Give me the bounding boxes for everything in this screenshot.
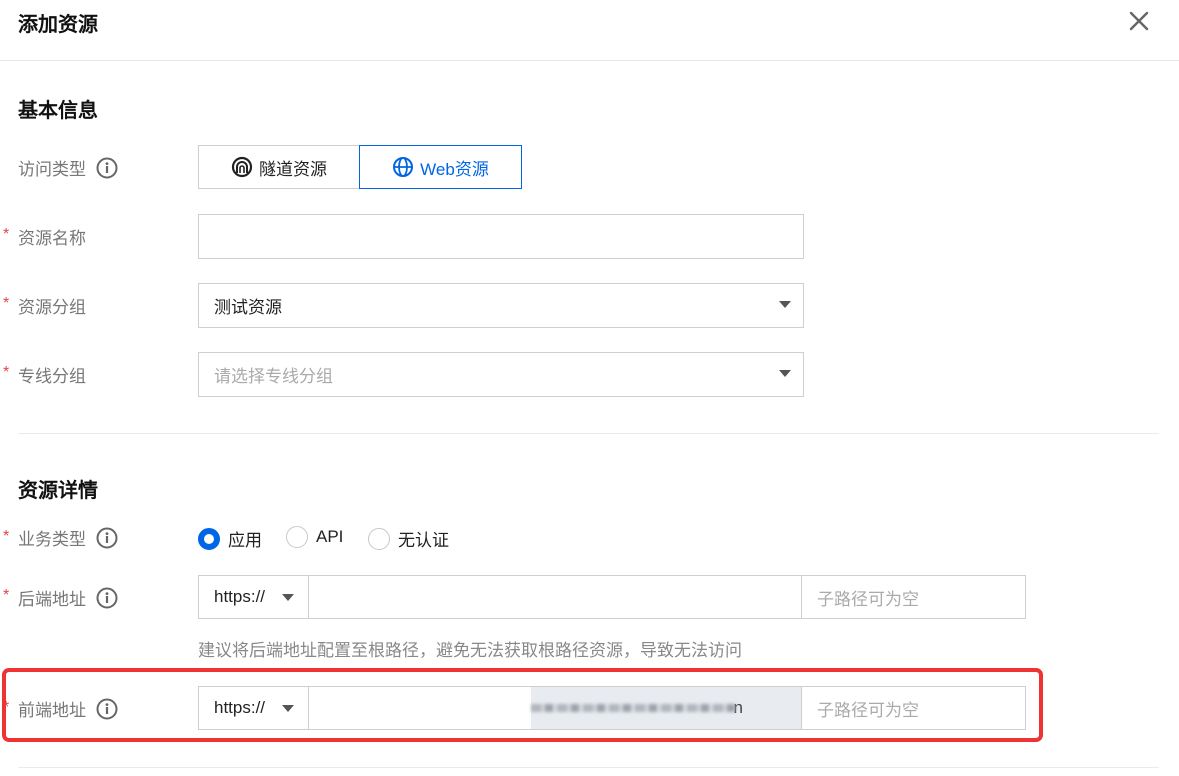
section-divider — [18, 433, 1159, 434]
business-type-label-text: 业务类型 — [18, 530, 86, 549]
resource-name-label: 资源名称 — [18, 229, 86, 248]
backend-address-label-text: 后端地址 — [18, 590, 86, 609]
close-icon[interactable] — [1124, 6, 1154, 36]
business-type-app-label: 应用 — [228, 531, 262, 550]
info-icon[interactable] — [96, 587, 118, 609]
dialog-header: 添加资源 — [0, 0, 1179, 61]
required-asterisk: * — [3, 295, 10, 312]
business-type-label: 业务类型 — [18, 525, 118, 550]
backend-protocol-select[interactable]: https:// — [198, 575, 309, 619]
access-type-label: 访问类型 — [18, 155, 118, 180]
section-title-basic: 基本信息 — [18, 100, 98, 122]
dialog-title: 添加资源 — [18, 14, 98, 36]
backend-path-input[interactable]: 子路径可为空 — [801, 575, 1026, 619]
line-group-placeholder: 请选择专线分组 — [214, 367, 333, 386]
business-type-radio-api[interactable]: API — [286, 526, 343, 548]
access-type-label-text: 访问类型 — [18, 160, 86, 179]
line-group-label: 专线分组 — [18, 367, 86, 386]
backend-protocol-value: https:// — [214, 587, 266, 606]
required-asterisk: * — [3, 587, 10, 604]
globe-icon — [393, 157, 414, 177]
section-divider — [18, 767, 1159, 768]
resource-name-input[interactable] — [198, 214, 804, 259]
backend-path-placeholder: 子路径可为空 — [817, 589, 919, 609]
required-asterisk: * — [3, 364, 10, 381]
resource-group-value: 测试资源 — [214, 298, 282, 317]
caret-down-icon — [779, 370, 791, 377]
caret-down-icon — [282, 594, 294, 601]
resource-group-label: 资源分组 — [18, 298, 86, 317]
tunnel-icon — [231, 156, 253, 178]
business-type-radio-app[interactable]: 应用 — [198, 526, 262, 551]
required-asterisk: * — [3, 528, 10, 545]
info-icon[interactable] — [96, 157, 118, 179]
info-icon[interactable] — [96, 527, 118, 549]
resource-group-select[interactable]: 测试资源 — [198, 283, 804, 328]
backend-address-group: https:// 子路径可为空 — [198, 575, 1026, 619]
section-title-details: 资源详情 — [18, 480, 98, 502]
caret-down-icon — [779, 301, 791, 308]
backend-address-label: 后端地址 — [18, 585, 118, 610]
access-type-tunnel-label: 隧道资源 — [259, 159, 327, 179]
business-type-noauth-label: 无认证 — [398, 531, 449, 550]
radio-unchecked-icon — [286, 526, 308, 548]
annotation-highlight-box — [2, 668, 1043, 742]
business-type-radio-noauth[interactable]: 无认证 — [368, 526, 449, 551]
backend-host-input[interactable] — [308, 575, 802, 619]
line-group-select[interactable]: 请选择专线分组 — [198, 352, 804, 397]
radio-checked-icon — [198, 527, 220, 550]
backend-address-hint: 建议将后端地址配置至根路径，避免无法获取根路径资源，导致无法访问 — [198, 641, 742, 660]
business-type-api-label: API — [316, 527, 344, 546]
radio-unchecked-icon — [368, 527, 390, 550]
required-asterisk: * — [3, 226, 10, 243]
access-type-web-option[interactable]: Web资源 — [359, 145, 522, 189]
access-type-tunnel-option[interactable]: 隧道资源 — [198, 145, 360, 189]
access-type-web-label: Web资源 — [420, 159, 489, 179]
